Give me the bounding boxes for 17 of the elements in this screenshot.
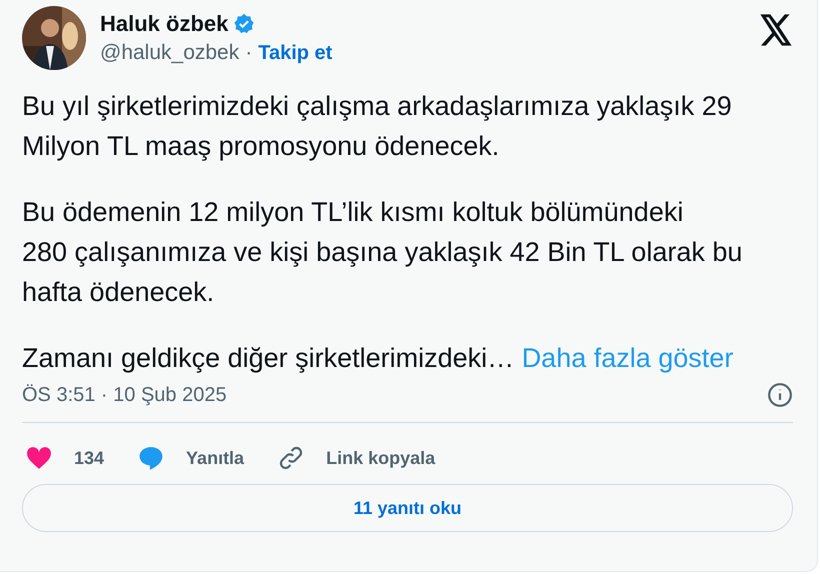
tweet-paragraph: Bu ödemenin 12 milyon TL’lik kısmı koltuk bölümündeki 280 çalışanımıza ve kişi başına yaklaşık 42 Bin TL olarak bu hafta ödenecek.: [22, 196, 744, 309]
separator-dot: ·: [245, 41, 252, 65]
read-replies-button[interactable]: 11 yanıtı oku: [22, 484, 793, 532]
copy-link-button[interactable]: Link kopyala: [278, 445, 436, 471]
tweet-paragraph: Bu yıl şirketlerimizdeki çalışma arkadaşlarımıza yaklaşık 29 Milyon TL maaş promosyonu ödenecek.: [22, 90, 733, 163]
info-icon[interactable]: [767, 382, 793, 408]
tweet-paragraph: Zamanı geldikçe diğer şirketlerimizdeki… Daha fazla göster: [22, 342, 734, 375]
timestamp: ÖS 3:51 · 10 Şub 2025: [22, 384, 227, 406]
heart-icon: [26, 446, 52, 470]
follow-link[interactable]: Takip et: [258, 42, 332, 65]
reply-button[interactable]: Yanıtla: [138, 445, 244, 471]
x-logo-icon: [759, 14, 793, 46]
link-icon: [278, 445, 304, 471]
author-handle: @haluk_ozbek: [100, 41, 240, 65]
like-button[interactable]: 134: [26, 445, 104, 471]
author-name: Haluk özbek: [100, 11, 228, 37]
speech-bubble-icon: [138, 445, 164, 471]
